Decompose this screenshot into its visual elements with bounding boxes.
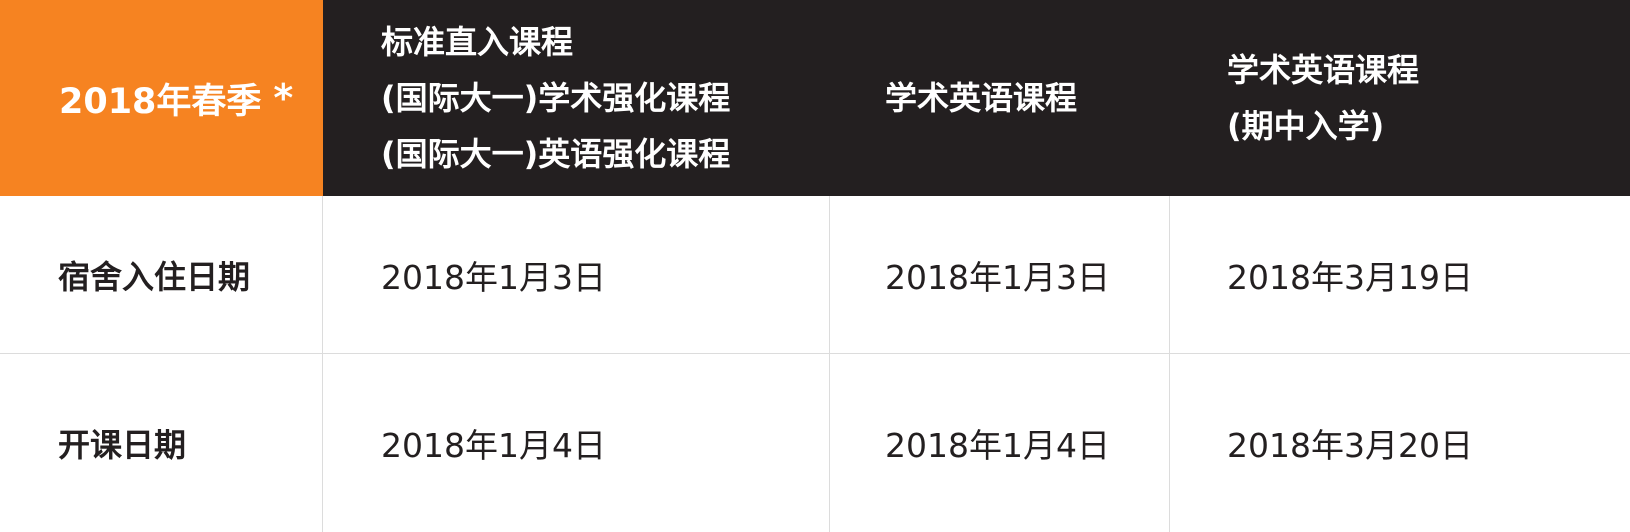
term-label: 2018年春季 [59, 81, 262, 122]
table-cell: 2018年1月4日 [830, 354, 1170, 532]
table-cell: 2018年3月20日 [1227, 426, 1473, 465]
column-header-line: (国际大一)学术强化课程 [381, 79, 731, 117]
schedule-table: 2018年春季 * 标准直入课程 (国际大一)学术强化课程 (国际大一)英语强化… [0, 0, 1630, 532]
column-header-standard: 标准直入课程 (国际大一)学术强化课程 (国际大一)英语强化课程 [323, 0, 830, 196]
table-cell: 2018年1月4日 [323, 354, 830, 532]
column-header-line: 标准直入课程 [381, 23, 574, 61]
term-header-cell: 2018年春季 * [0, 0, 323, 196]
column-header-line: 学术英语课程 [885, 79, 1078, 117]
column-header-academic-english: 学术英语课程 [830, 0, 1170, 196]
row-label-class-start: 开课日期 [0, 354, 323, 532]
column-header-line: 学术英语课程 [1227, 51, 1420, 89]
column-header-line: (国际大一)英语强化课程 [381, 135, 731, 173]
column-header-line: (期中入学) [1227, 107, 1385, 145]
row-label-checkin: 宿舍入住日期 [0, 196, 323, 354]
column-header-academic-english-midterm: 学术英语课程 (期中入学) [1170, 0, 1630, 196]
table-cell: 2018年3月19日 [1170, 196, 1630, 354]
table-cell: 2018年1月3日 [830, 196, 1170, 354]
table-cell: 2018年1月3日 [323, 196, 830, 354]
asterisk-marker: * [273, 76, 294, 120]
